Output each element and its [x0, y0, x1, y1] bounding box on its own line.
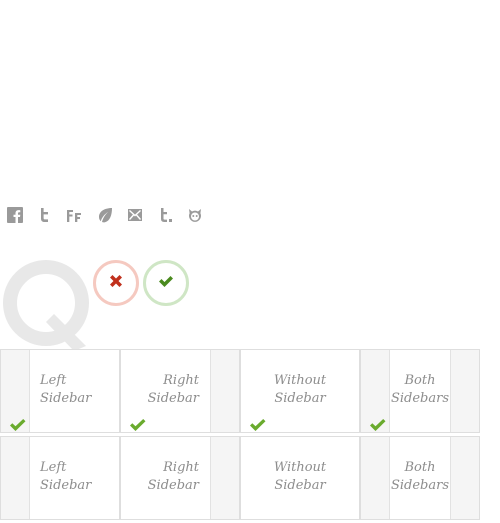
sidebar-preview	[450, 350, 479, 432]
layout-label: Both Sidebars	[390, 373, 450, 406]
layout-label: Without Sidebar	[273, 373, 327, 406]
layout-label: Left Sidebar	[40, 460, 92, 493]
reject-button[interactable]	[93, 260, 139, 306]
sidebar-preview	[210, 350, 239, 432]
layout-both-sidebars-option[interactable]: Both Sidebars	[360, 436, 480, 520]
facebook-icon[interactable]	[6, 206, 24, 224]
checkmark-icon	[158, 273, 174, 293]
layout-left-sidebar-option[interactable]: Left Sidebar	[0, 436, 120, 520]
sidebar-preview	[361, 437, 390, 519]
email-icon[interactable]	[126, 206, 144, 224]
selected-check-icon	[10, 419, 26, 431]
selected-check-icon	[370, 419, 386, 431]
layout-label: Right Sidebar	[147, 373, 199, 406]
selected-check-icon	[130, 419, 146, 431]
tumblr-icon[interactable]	[156, 206, 174, 224]
selected-check-icon	[250, 419, 266, 431]
layout-row-default: Left Sidebar Right Sidebar Without Sidebar …	[0, 436, 480, 520]
layout-label: Both Sidebars	[390, 460, 450, 493]
layout-label: Without Sidebar	[273, 460, 327, 493]
leaf-icon[interactable]	[96, 206, 114, 224]
sidebar-preview	[450, 437, 479, 519]
accept-button[interactable]	[143, 260, 189, 306]
twitter-icon[interactable]	[36, 206, 54, 224]
sidebar-preview	[210, 437, 239, 519]
layout-label: Left Sidebar	[40, 373, 92, 406]
layout-left-sidebar-option[interactable]: Left Sidebar	[0, 349, 120, 433]
sidebar-preview	[1, 437, 30, 519]
layout-without-sidebar-option[interactable]: Without Sidebar	[240, 436, 360, 520]
close-icon	[108, 273, 124, 293]
layout-label: Right Sidebar	[147, 460, 199, 493]
layout-right-sidebar-option[interactable]: Right Sidebar	[120, 349, 240, 433]
layout-without-sidebar-option[interactable]: Without Sidebar	[240, 349, 360, 433]
layout-options-grid: Left Sidebar Right Sidebar Without Sidebar …	[0, 349, 480, 523]
q-logo	[2, 256, 102, 356]
layout-right-sidebar-option[interactable]: Right Sidebar	[120, 436, 240, 520]
layout-row-selected: Left Sidebar Right Sidebar Without Sidebar …	[0, 349, 480, 433]
social-icons-row	[6, 206, 204, 224]
layout-both-sidebars-option[interactable]: Both Sidebars	[360, 349, 480, 433]
friendfeed-icon[interactable]	[66, 206, 84, 224]
mascot-icon[interactable]	[186, 206, 204, 224]
